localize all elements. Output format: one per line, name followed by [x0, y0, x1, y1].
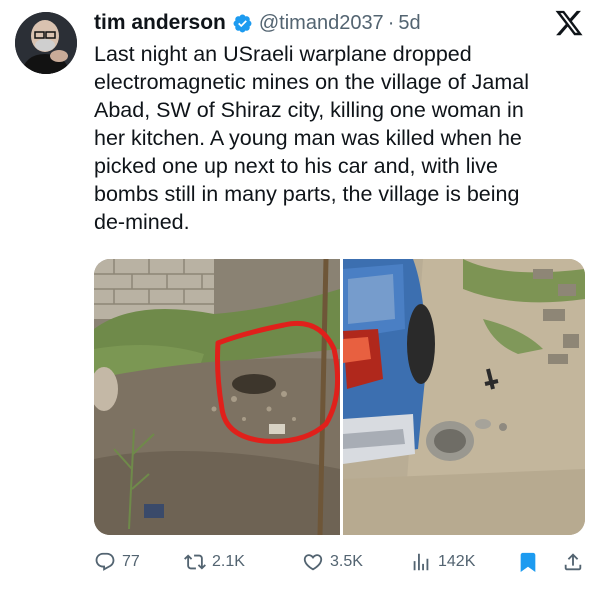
reply-icon: [95, 552, 115, 571]
separator-dot: ·: [387, 11, 395, 34]
reply-count: 77: [122, 553, 140, 570]
tweet-media[interactable]: [94, 259, 585, 535]
timestamp[interactable]: 5d: [398, 12, 420, 35]
views-button[interactable]: 142K: [410, 549, 475, 575]
bookmark-icon: [520, 552, 536, 573]
share-button[interactable]: [562, 549, 590, 575]
like-button[interactable]: 3.5K: [302, 549, 363, 575]
avatar[interactable]: [15, 12, 77, 74]
views-count: 142K: [438, 553, 476, 570]
heart-icon: [303, 554, 323, 571]
x-logo-icon: [555, 10, 583, 36]
verified-badge-icon: [233, 14, 252, 32]
views-icon: [413, 553, 429, 571]
repost-button[interactable]: 2.1K: [184, 549, 245, 575]
share-icon: [564, 553, 582, 571]
bookmark-button[interactable]: [517, 549, 545, 575]
reply-button[interactable]: 77: [94, 549, 140, 575]
user-handle[interactable]: @timand2037: [259, 12, 384, 35]
tweet-header: tim anderson @timand2037 · 5d: [94, 10, 421, 36]
display-name[interactable]: tim anderson: [94, 11, 226, 35]
tweet-text: Last night an USraeli warplane dropped e…: [94, 42, 529, 234]
repost-icon: [184, 554, 206, 570]
action-bar: 77 2.1K 3.5K 142K: [94, 549, 590, 575]
media-photo-crater[interactable]: [94, 259, 341, 535]
media-photo-truck[interactable]: [343, 259, 585, 535]
repost-count: 2.1K: [212, 553, 245, 570]
like-count: 3.5K: [330, 553, 363, 570]
